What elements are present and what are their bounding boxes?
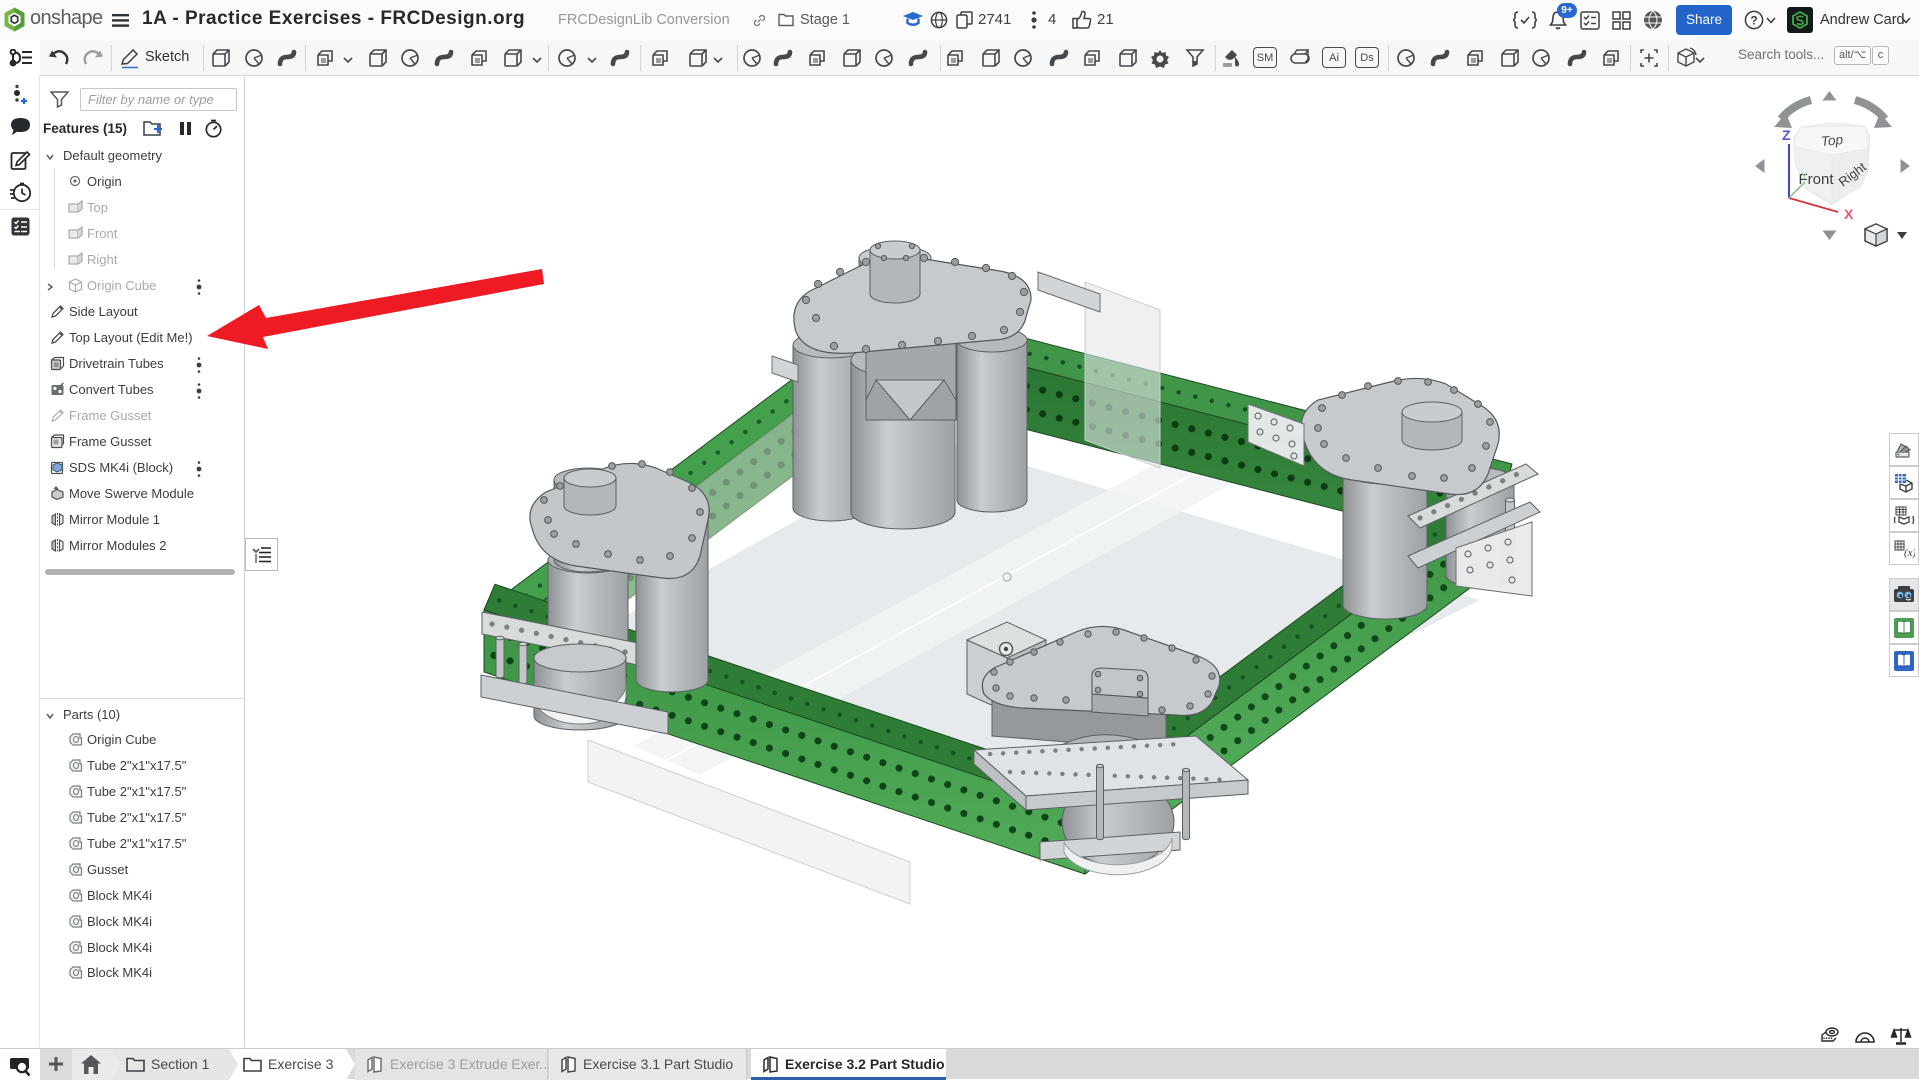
svg-text:Z: Z	[1782, 127, 1791, 143]
svg-text:?: ?	[1750, 14, 1757, 28]
svg-text:(x): (x)	[1904, 547, 1915, 559]
svg-text:Top: Top	[1820, 132, 1844, 149]
svg-text:X: X	[1844, 206, 1854, 222]
svg-text:Y: Y	[1801, 171, 1808, 182]
